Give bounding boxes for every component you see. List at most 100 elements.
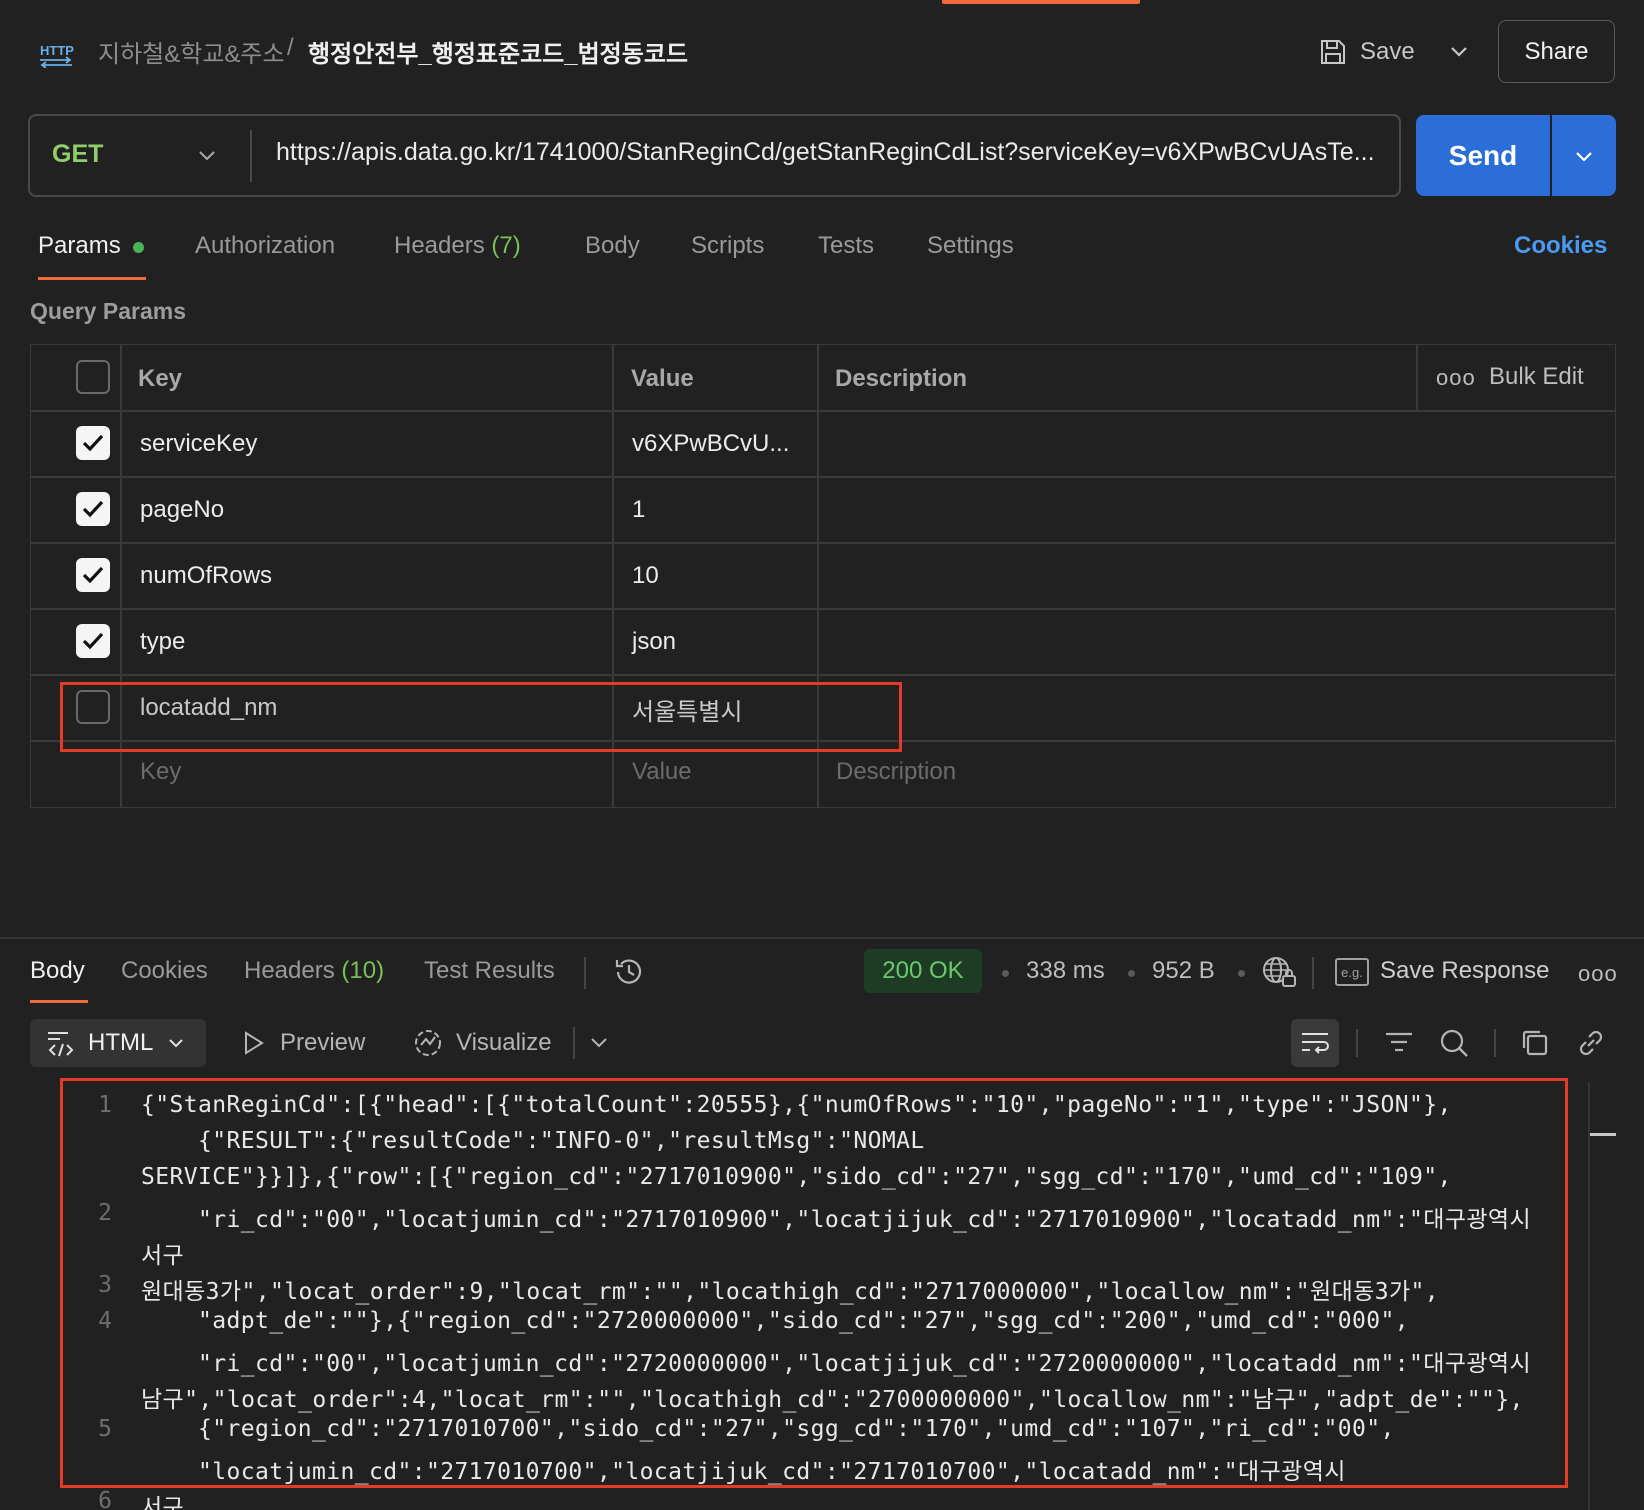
response-tab-headers[interactable]: Headers (10) bbox=[244, 957, 384, 985]
tab-headers-label: Headers bbox=[394, 232, 485, 259]
param-value[interactable]: 10 bbox=[632, 562, 659, 590]
response-time[interactable]: 338 ms bbox=[1026, 957, 1105, 985]
visualize-button[interactable]: Visualize bbox=[412, 1027, 552, 1059]
column-header-value: Value bbox=[631, 365, 694, 392]
tab-params[interactable]: Params bbox=[38, 232, 121, 260]
search-icon[interactable] bbox=[1437, 1026, 1471, 1060]
checkmark-icon bbox=[82, 500, 104, 518]
params-active-dot bbox=[133, 242, 144, 253]
param-key[interactable]: numOfRows bbox=[140, 562, 272, 590]
chevron-down-icon[interactable] bbox=[1444, 36, 1474, 66]
send-options-button[interactable] bbox=[1552, 115, 1616, 196]
param-checkbox[interactable] bbox=[76, 558, 110, 592]
save-response-button[interactable]: Save Response bbox=[1380, 957, 1549, 985]
visualize-label: Visualize bbox=[456, 1029, 552, 1056]
url-input[interactable]: https://apis.data.go.kr/1741000/StanRegi… bbox=[276, 138, 1386, 167]
bulk-edit-button[interactable]: Bulk Edit bbox=[1489, 363, 1584, 391]
tab-tests[interactable]: Tests bbox=[818, 232, 874, 260]
param-value[interactable]: v6XPwBCvU... bbox=[632, 430, 789, 458]
tab-body[interactable]: Body bbox=[585, 232, 640, 260]
save-icon bbox=[1321, 40, 1345, 64]
row-divider bbox=[30, 542, 1616, 544]
new-value-input[interactable]: Value bbox=[632, 758, 692, 786]
tab-scripts[interactable]: Scripts bbox=[691, 232, 764, 260]
save-button[interactable]: Save bbox=[1318, 30, 1415, 74]
checkmark-icon bbox=[82, 434, 104, 452]
wrap-lines-button[interactable] bbox=[1291, 1019, 1339, 1067]
row-divider bbox=[30, 674, 1616, 676]
tab-headers-count: (7) bbox=[491, 232, 521, 259]
new-description-input[interactable]: Description bbox=[836, 758, 956, 786]
new-key-input[interactable]: Key bbox=[140, 758, 181, 786]
status-badge[interactable]: 200 OK bbox=[864, 949, 982, 993]
copy-icon[interactable] bbox=[1518, 1026, 1552, 1060]
checkmark-icon bbox=[82, 632, 104, 650]
param-key[interactable]: serviceKey bbox=[140, 430, 257, 458]
divider bbox=[1494, 1029, 1496, 1057]
play-icon bbox=[245, 1031, 264, 1055]
active-tab-indicator bbox=[942, 0, 1140, 4]
save-label: Save bbox=[1360, 38, 1415, 65]
breadcrumb-separator: / bbox=[287, 34, 294, 61]
param-value[interactable]: json bbox=[632, 628, 676, 656]
scrollbar-thumb[interactable] bbox=[1590, 1133, 1616, 1136]
param-checkbox[interactable] bbox=[76, 426, 110, 460]
column-header-key: Key bbox=[138, 365, 183, 392]
tab-authorization[interactable]: Authorization bbox=[195, 232, 335, 260]
preview-button[interactable]: Preview bbox=[242, 1029, 365, 1057]
param-value[interactable]: 1 bbox=[632, 496, 645, 524]
preview-label: Preview bbox=[280, 1029, 366, 1056]
col-divider bbox=[1416, 344, 1418, 410]
row-divider bbox=[30, 608, 1616, 610]
chevron-down-icon bbox=[169, 1039, 184, 1048]
select-all-checkbox[interactable] bbox=[76, 360, 110, 394]
format-select[interactable]: HTML bbox=[30, 1019, 206, 1067]
query-params-title: Query Params bbox=[30, 298, 186, 324]
active-tab-underline bbox=[38, 277, 146, 280]
code-line: 서구 bbox=[141, 1495, 185, 1510]
row-divider bbox=[30, 476, 1616, 478]
column-header-description: Description bbox=[835, 365, 968, 392]
response-tab-headers-label: Headers bbox=[244, 957, 335, 984]
more-options-icon[interactable]: ooo bbox=[1578, 961, 1618, 987]
divider bbox=[584, 957, 586, 989]
scrollbar[interactable] bbox=[1588, 1082, 1590, 1510]
param-checkbox[interactable] bbox=[76, 624, 110, 658]
send-button[interactable]: Send bbox=[1416, 115, 1550, 196]
visualize-icon bbox=[415, 1030, 441, 1056]
svg-text:HTTP: HTTP bbox=[40, 43, 74, 58]
row-divider bbox=[30, 410, 1616, 412]
more-options-icon[interactable]: ooo bbox=[1436, 365, 1476, 391]
separator-dot bbox=[1002, 970, 1009, 977]
globe-lock-icon[interactable] bbox=[1261, 955, 1297, 989]
share-button[interactable]: Share bbox=[1498, 20, 1615, 83]
chevron-down-icon[interactable] bbox=[194, 142, 220, 168]
wrap-lines-icon bbox=[1302, 1033, 1329, 1054]
response-tab-headers-count: (10) bbox=[341, 957, 385, 984]
history-icon[interactable] bbox=[612, 955, 646, 989]
response-tab-cookies[interactable]: Cookies bbox=[121, 957, 208, 985]
example-icon: e.g. bbox=[1335, 958, 1369, 986]
link-icon[interactable] bbox=[1574, 1026, 1608, 1060]
tab-settings[interactable]: Settings bbox=[927, 232, 1014, 260]
active-tab-underline bbox=[30, 1000, 88, 1003]
breadcrumb-collection[interactable]: 지하철&학교&주소 bbox=[98, 34, 285, 69]
response-tab-test-results[interactable]: Test Results bbox=[424, 957, 555, 985]
checkmark-icon bbox=[82, 566, 104, 584]
param-key[interactable]: pageNo bbox=[140, 496, 224, 524]
cookies-link[interactable]: Cookies bbox=[1514, 232, 1607, 260]
highlight-annotation bbox=[60, 1078, 1568, 1488]
param-checkbox[interactable] bbox=[76, 492, 110, 526]
divider bbox=[1312, 957, 1314, 989]
request-title[interactable]: 행정안전부_행정표준코드_법정동코드 bbox=[308, 34, 688, 69]
chevron-down-icon[interactable] bbox=[587, 1030, 611, 1054]
filter-icon[interactable] bbox=[1382, 1026, 1416, 1060]
response-size[interactable]: 952 B bbox=[1152, 957, 1215, 985]
format-label: HTML bbox=[88, 1029, 154, 1056]
method-select[interactable]: GET bbox=[52, 140, 103, 169]
divider bbox=[573, 1027, 575, 1059]
pane-divider[interactable] bbox=[0, 937, 1644, 939]
param-key[interactable]: type bbox=[140, 628, 185, 656]
response-tab-body[interactable]: Body bbox=[30, 957, 85, 985]
tab-headers[interactable]: Headers (7) bbox=[394, 232, 521, 260]
